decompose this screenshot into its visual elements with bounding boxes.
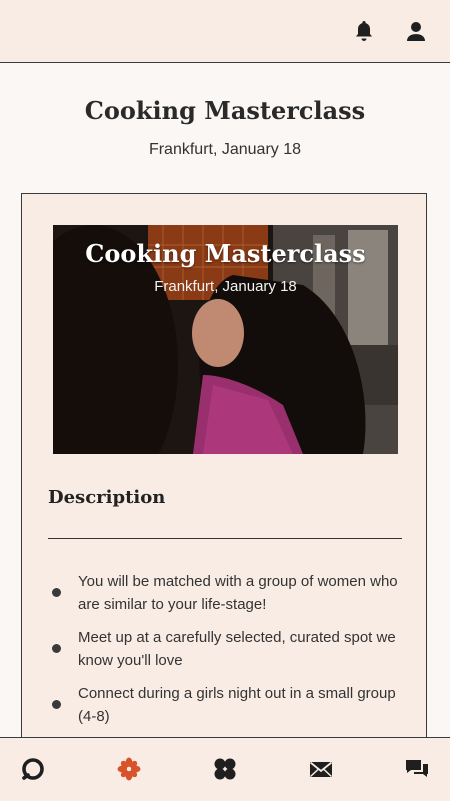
bullet-dot xyxy=(52,644,61,653)
bullet-dot xyxy=(52,588,61,597)
list-item: Connect during a girls night out in a sm… xyxy=(48,682,408,728)
bullet-dot xyxy=(52,700,61,709)
description-list: You will be matched with a group of wome… xyxy=(48,570,408,738)
clover-icon[interactable] xyxy=(212,756,238,782)
description-heading: Description xyxy=(48,487,166,508)
chat-icon[interactable] xyxy=(404,756,430,782)
mail-icon[interactable] xyxy=(308,756,334,782)
home-icon[interactable] xyxy=(20,756,46,782)
list-item: Meet up at a carefully selected, curated… xyxy=(48,626,408,672)
list-item: You will be matched with a group of wome… xyxy=(48,570,408,616)
hero-title: Cooking Masterclass xyxy=(85,239,366,268)
bottom-nav xyxy=(0,737,450,801)
list-item-text: Meet up at a carefully selected, curated… xyxy=(78,629,396,669)
top-bar xyxy=(0,0,450,63)
bell-icon[interactable] xyxy=(352,19,376,43)
list-item-text: Connect during a girls night out in a sm… xyxy=(78,685,396,725)
event-hero-image: Cooking Masterclass Frankfurt, January 1… xyxy=(53,225,398,454)
event-card: Cooking Masterclass Frankfurt, January 1… xyxy=(21,193,427,793)
divider xyxy=(48,538,402,539)
events-icon[interactable] xyxy=(116,756,142,782)
hero-subtitle: Frankfurt, January 18 xyxy=(154,278,297,295)
user-icon[interactable] xyxy=(404,19,428,43)
page-title: Cooking Masterclass xyxy=(84,96,366,125)
page-subtitle: Frankfurt, January 18 xyxy=(148,141,302,158)
list-item-text: You will be matched with a group of wome… xyxy=(78,573,398,613)
